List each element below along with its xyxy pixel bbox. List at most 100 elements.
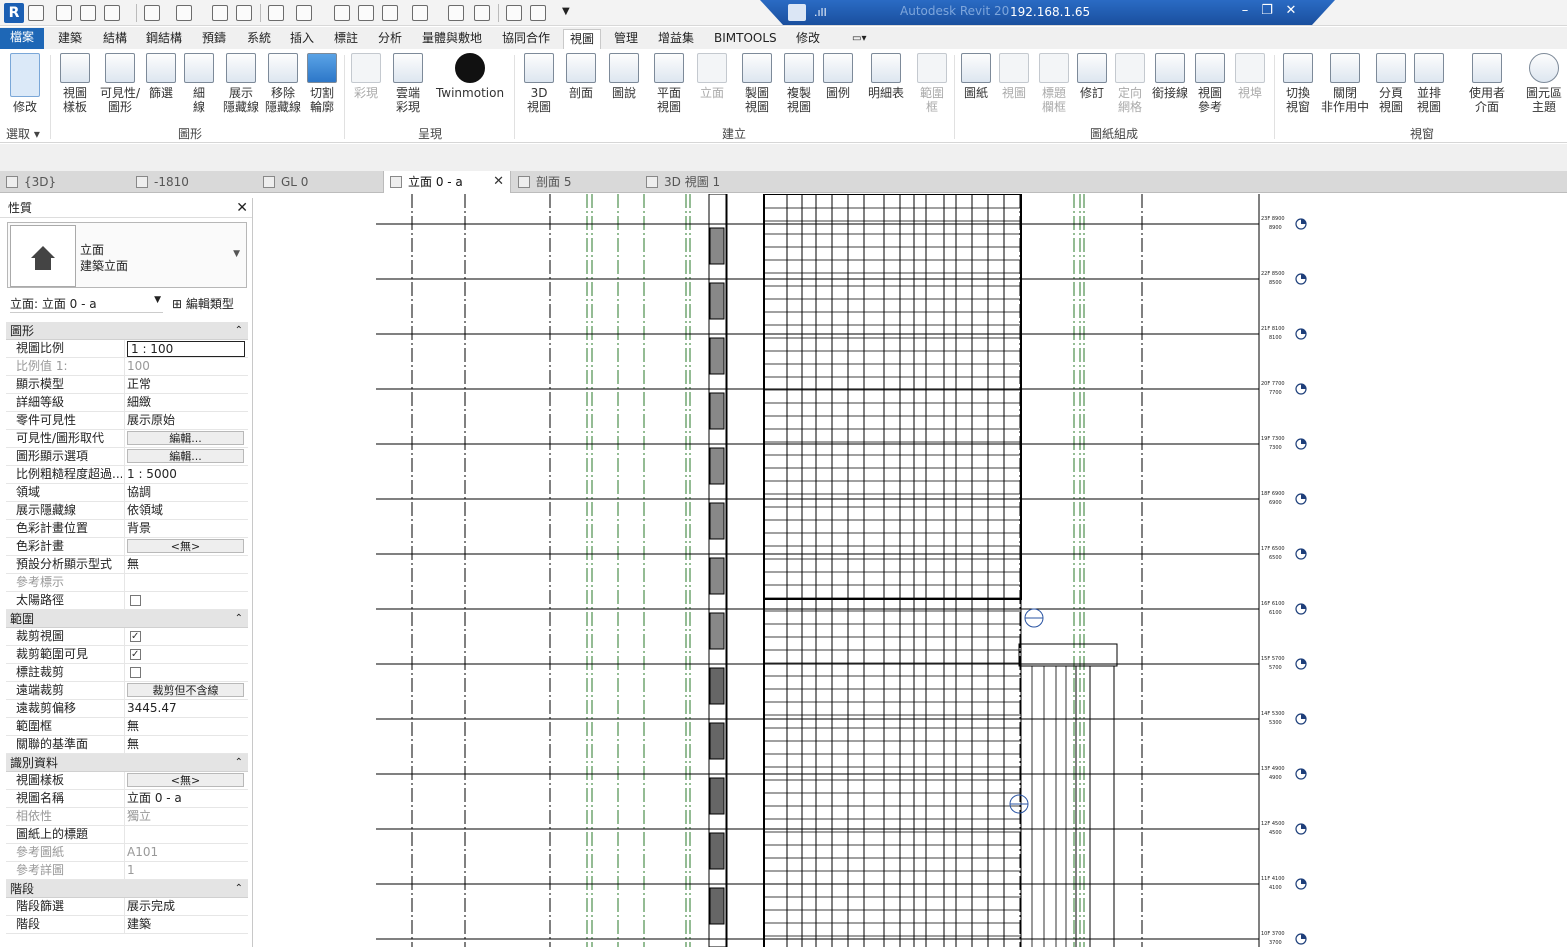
property-value[interactable]: 展示完成	[124, 898, 246, 916]
view-reference-button[interactable]: 視圖 參考	[1192, 53, 1228, 114]
tab-addins[interactable]: 增益集	[656, 29, 696, 49]
elevation-drawing[interactable]: 23F 8900 8900 22F 8500 8500 21F 8100 8100 20F …	[254, 194, 1567, 947]
property-value[interactable]: 依領域	[124, 502, 246, 520]
home-icon[interactable]	[28, 5, 44, 21]
redo-icon[interactable]	[176, 5, 192, 21]
collapse-icon[interactable]: ⌃	[235, 610, 243, 628]
measure-icon[interactable]	[268, 5, 284, 21]
doc-tab-plan[interactable]: -1810	[130, 171, 256, 193]
canvas-theme-button[interactable]: 圖元區 主題	[1522, 53, 1566, 114]
user-interface-button[interactable]: 使用者 介面	[1462, 53, 1512, 114]
open-icon[interactable]	[56, 5, 72, 21]
show-hidden-lines-button[interactable]: 展示 隱藏線	[220, 53, 262, 114]
restore-icon[interactable]: ❐	[1258, 3, 1276, 18]
edit-type-button[interactable]: ⊞ 編輯類型	[172, 295, 234, 312]
property-value[interactable]: 建築	[124, 916, 246, 934]
doc-tab-elevation[interactable]: 立面 0 - a ✕	[383, 171, 511, 193]
doc-tab-section[interactable]: 剖面 5	[512, 171, 638, 193]
save-icon[interactable]	[80, 5, 96, 21]
checkbox[interactable]	[130, 595, 141, 606]
text-icon[interactable]	[382, 5, 398, 21]
property-value[interactable]: 細緻	[124, 394, 246, 412]
viewports-button[interactable]: 視埠	[1232, 53, 1268, 100]
tab-structure[interactable]: 結構	[101, 29, 129, 49]
sync-icon[interactable]	[104, 5, 120, 21]
close-inactive-button[interactable]: 關閉 非作用中	[1320, 53, 1370, 114]
guide-grid-button[interactable]: 定向 網格	[1112, 53, 1148, 114]
plan-views-button[interactable]: 平面 視圖	[650, 53, 688, 114]
print-sheet-icon[interactable]	[236, 5, 252, 21]
view-templates-button[interactable]: 視圖 樣板	[56, 53, 94, 114]
property-value[interactable]: 無	[124, 736, 246, 754]
duplicate-view-button[interactable]: 複製 視圖	[780, 53, 818, 114]
sheet-button[interactable]: 圖紙	[958, 53, 994, 100]
customize-dropdown-icon[interactable]: ▼	[562, 5, 578, 21]
drafting-view-button[interactable]: 製圖 視圖	[738, 53, 776, 114]
tab-systems[interactable]: 系統	[245, 29, 273, 49]
close-icon[interactable]: ✕	[236, 198, 248, 218]
visibility-graphics-button[interactable]: 可見性/ 圖形	[98, 53, 142, 114]
remote-icon[interactable]	[788, 4, 806, 21]
schedules-button[interactable]: 明細表	[864, 53, 908, 100]
remove-hidden-lines-button[interactable]: 移除 隱藏線	[262, 53, 304, 114]
cloud-render-button[interactable]: 雲端 彩現	[388, 53, 428, 114]
matchline-button[interactable]: 銜接線	[1150, 53, 1190, 100]
detail-icon[interactable]	[358, 5, 374, 21]
3d-home-icon[interactable]	[412, 5, 428, 21]
collapse-icon[interactable]: ⌃	[235, 880, 243, 898]
checkbox[interactable]	[130, 646, 141, 663]
property-value[interactable]: 無	[124, 718, 246, 736]
close-hidden-icon[interactable]	[506, 5, 522, 21]
filters-button[interactable]: 篩選	[144, 53, 178, 100]
thin-lines-icon[interactable]	[474, 5, 490, 21]
tab-steel[interactable]: 鋼結構	[144, 29, 184, 49]
checkbox[interactable]	[130, 628, 141, 645]
property-value[interactable]: 1 : 5000	[124, 466, 246, 484]
property-value[interactable]: 1 : 100	[124, 340, 246, 358]
tab-views-button[interactable]: 分頁 視圖	[1372, 53, 1410, 114]
tab-modify[interactable]: 修改	[794, 29, 822, 49]
elevation-button[interactable]: 立面	[694, 53, 730, 100]
undo-icon[interactable]	[144, 5, 160, 21]
property-section-header[interactable]: 識別資料 ⌃	[6, 754, 248, 772]
switch-windows-icon[interactable]	[530, 5, 546, 21]
property-value[interactable]: 編輯...	[124, 448, 246, 466]
property-value[interactable]: 展示原始	[124, 412, 246, 430]
minimize-icon[interactable]: –	[1236, 3, 1254, 18]
property-value[interactable]: 3445.47	[124, 700, 246, 718]
place-view-button[interactable]: 視圖	[996, 53, 1032, 100]
instance-selector[interactable]: 立面: 立面 0 - a ▼	[10, 295, 163, 313]
twinmotion-button[interactable]: Twinmotion	[434, 53, 506, 100]
property-value[interactable]: <無>	[124, 538, 246, 556]
collapse-icon[interactable]: ⌃	[235, 754, 243, 772]
tab-file[interactable]: 檔案	[0, 28, 45, 49]
property-value[interactable]: 協調	[124, 484, 246, 502]
property-value[interactable]: 無	[124, 556, 246, 574]
tab-bimtools[interactable]: BIMTOOLS	[712, 29, 779, 49]
drawing-area[interactable]: 23F 8900 8900 22F 8500 8500 21F 8100 8100 20F …	[254, 194, 1567, 947]
switch-windows-button[interactable]: 切換 視窗	[1278, 53, 1318, 114]
property-value[interactable]	[124, 628, 246, 646]
dimension-icon[interactable]	[296, 5, 312, 21]
tile-views-button[interactable]: 並排 視圖	[1410, 53, 1448, 114]
collapse-icon[interactable]: ⌃	[235, 322, 243, 340]
render-button[interactable]: 彩現	[348, 53, 384, 100]
section-icon[interactable]	[448, 5, 464, 21]
ribbon-minimize-icon[interactable]: ▭▾	[850, 29, 868, 49]
tab-annotate[interactable]: 標註	[332, 29, 360, 49]
property-section-header[interactable]: 範圍 ⌃	[6, 610, 248, 628]
tab-view[interactable]: 視圖	[563, 29, 602, 49]
doc-tab-3d-view-1[interactable]: 3D 視圖 1	[640, 171, 770, 193]
property-section-header[interactable]: 階段 ⌃	[6, 880, 248, 898]
scope-box-button[interactable]: 範圍 框	[914, 53, 950, 114]
property-value[interactable]: 背景	[124, 520, 246, 538]
property-value[interactable]	[124, 664, 246, 682]
callout-button[interactable]: 圖說	[606, 53, 642, 100]
print-icon[interactable]	[212, 5, 228, 21]
tab-collaborate[interactable]: 協同合作	[500, 29, 552, 49]
doc-tab-3d[interactable]: {3D}	[0, 171, 128, 193]
close-tab-icon[interactable]: ✕	[493, 171, 504, 193]
type-selector[interactable]: 立面 建築立面 ▼	[7, 222, 247, 288]
modify-button[interactable]: 修改	[6, 53, 44, 114]
revit-logo[interactable]: R	[4, 3, 24, 23]
